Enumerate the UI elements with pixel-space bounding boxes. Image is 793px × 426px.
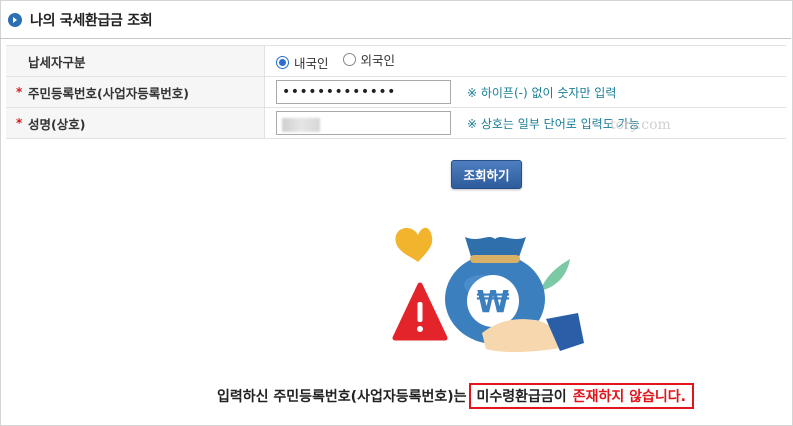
resident-number-label-cell: * 주민등록번호(사업자등록번호) (6, 76, 265, 108)
page-title: 나의 국세환급금 조회 (30, 13, 153, 29)
resident-number-hint: ※ 하이픈(-) 없이 숫자만 입력 (466, 85, 617, 100)
radio-foreign-label: 외국인 (360, 53, 396, 68)
radio-foreign[interactable]: 외국인 (342, 50, 396, 69)
resident-number-input[interactable]: ••••••••••••• (276, 80, 451, 104)
search-button[interactable]: 조회하기 (451, 160, 522, 189)
name-label: 성명(상호) (28, 116, 86, 132)
heart-icon (395, 227, 433, 262)
required-mark: * (16, 116, 23, 130)
row-resident-number: * 주민등록번호(사업자등록번호) ••••••••••••• ※ 하이픈(-)… (6, 76, 786, 108)
name-input[interactable] (276, 111, 451, 135)
radio-foreign-button[interactable] (342, 53, 356, 66)
result-highlight-box: 미수령환급금이 존재하지 않습니다. (468, 383, 694, 409)
taxpayer-type-options: 내국인 외국인 (264, 45, 786, 77)
row-taxpayer-type: 납세자구분 내국인 외국인 (6, 45, 786, 77)
required-mark: * (16, 85, 23, 99)
result-highlight: 미수령환급금이 (476, 389, 567, 405)
name-label-cell: * 성명(상호) (6, 107, 265, 139)
page-header: 나의 국세환급금 조회 (8, 10, 153, 30)
no-refund-illustration: ₩ (392, 227, 584, 353)
arrow-right-circle-icon (8, 13, 22, 27)
blurred-name-value (282, 118, 320, 132)
result-message: 입력하신 주민등록번호(사업자등록번호)는 미수령환급금이 존재하지 않습니다. (217, 383, 694, 409)
radio-domestic[interactable]: 내국인 (276, 53, 329, 72)
leaf-icon (540, 259, 570, 291)
svg-text:₩: ₩ (476, 285, 509, 320)
resident-number-cell: ••••••••••••• ※ 하이픈(-) 없이 숫자만 입력 (264, 76, 786, 108)
result-prefix: 입력하신 주민등록번호(사업자등록번호)는 (217, 389, 467, 405)
radio-domestic-label: 내국인 (294, 56, 329, 71)
radio-domestic-button[interactable] (276, 56, 289, 69)
resident-number-label: 주민등록번호(사업자등록번호) (28, 85, 189, 101)
result-red-text: 존재하지 않습니다. (572, 389, 686, 405)
name-cell: ※ 상호는 일부 단어로 입력도 가능 (264, 107, 786, 139)
taxpayer-type-label: 납세자구분 (6, 45, 265, 77)
won-symbol: ₩ (467, 275, 519, 327)
header-divider (0, 38, 791, 39)
warning-icon (392, 282, 448, 341)
watermark: tory.com (610, 117, 671, 133)
